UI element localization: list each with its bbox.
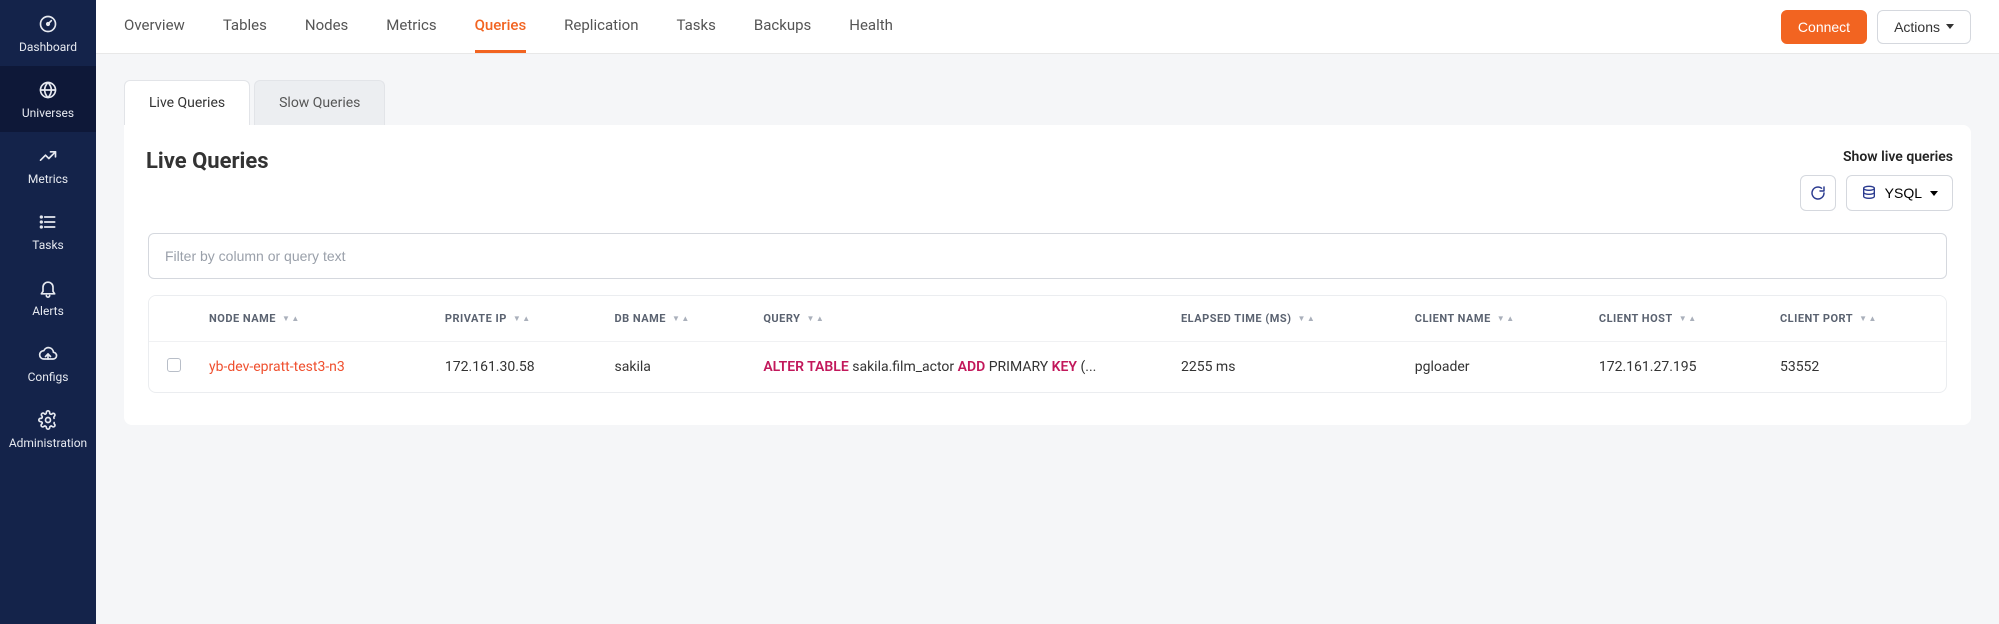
chevron-down-icon [1930,191,1938,196]
main-area: Overview Tables Nodes Metrics Queries Replica… [96,0,1999,624]
tab-health[interactable]: Health [849,0,893,53]
cell-client-port: 53552 [1766,342,1946,393]
col-elapsed-time-ms-[interactable]: ELAPSED TIME (MS) ▼▲ [1167,296,1401,342]
col-client-host[interactable]: CLIENT HOST ▼▲ [1585,296,1766,342]
sort-icon: ▼▲ [513,316,531,322]
col-client-port[interactable]: CLIENT PORT ▼▲ [1766,296,1946,342]
tab-backups[interactable]: Backups [754,0,811,53]
queries-table: NODE NAME▼▲PRIVATE IP▼▲DB NAME▼▲QUERY▼▲E… [149,296,1946,392]
sidebar-item-label: Configs [28,370,69,384]
list-icon [38,212,58,232]
sidebar-item-label: Alerts [32,304,64,318]
panel-title: Live Queries [146,149,269,174]
tab-replication[interactable]: Replication [564,0,638,53]
globe-icon [38,80,58,100]
table-row: yb-dev-epratt-test3-n3 172.161.30.58sakil… [149,342,1946,393]
sort-icon: ▼▲ [1497,316,1515,322]
col-client-name[interactable]: CLIENT NAME ▼▲ [1401,296,1585,342]
tab-overview[interactable]: Overview [124,0,185,53]
cell-elapsed: 2255 ms [1167,342,1401,393]
sidebar-item-label: Metrics [28,172,68,186]
sort-icon: ▼▲ [806,316,824,322]
sort-icon: ▼▲ [672,316,690,322]
connect-button[interactable]: Connect [1781,10,1867,44]
cell-db-name: sakila [601,342,750,393]
sidebar-item-universes[interactable]: Universes [0,66,96,132]
node-name-link[interactable]: yb-dev-epratt-test3-n3 [209,359,345,375]
sort-icon: ▼▲ [282,316,300,322]
panel-header-buttons: YSQL [1800,175,1953,211]
cell-client-host: 172.161.27.195 [1585,342,1766,393]
actions-dropdown[interactable]: Actions [1877,10,1971,44]
tab-tasks[interactable]: Tasks [677,0,716,53]
sidebar-item-configs[interactable]: Configs [0,330,96,396]
sidebar-item-administration[interactable]: Administration [0,396,96,462]
col-label: NODE NAME [209,312,276,325]
queries-panel: Live Queries Show live queries YSQL [124,125,1971,425]
database-icon [1861,185,1877,201]
sub-tabs: Live QueriesSlow Queries [124,80,1971,125]
sort-icon: ▼▲ [1679,316,1697,322]
queries-table-wrap: NODE NAME▼▲PRIVATE IP▼▲DB NAME▼▲QUERY▼▲E… [148,295,1947,393]
sidebar-item-alerts[interactable]: Alerts [0,264,96,330]
col-private-ip[interactable]: PRIVATE IP ▼▲ [431,296,601,342]
tab-queries[interactable]: Queries [475,0,527,53]
col-label: PRIVATE IP [445,312,507,325]
sidebar-item-tasks[interactable]: Tasks [0,198,96,264]
col-query[interactable]: QUERY ▼▲ [749,296,1167,342]
subtab-slow-queries[interactable]: Slow Queries [254,80,385,125]
row-checkbox[interactable] [167,358,181,372]
actions-label: Actions [1894,19,1940,35]
tab-nodes[interactable]: Nodes [305,0,348,53]
bell-icon [38,278,58,298]
filter-row [142,229,1953,283]
refresh-button[interactable] [1800,175,1836,211]
content: Live QueriesSlow Queries Live Queries Sh… [96,54,1999,624]
chart-icon [38,146,58,166]
sidebar-item-label: Tasks [32,238,64,252]
top-actions: Connect Actions [1781,10,1971,44]
filter-input[interactable] [148,233,1947,279]
col-label: CLIENT NAME [1415,312,1491,325]
col-label: DB NAME [615,312,666,325]
sidebar-item-metrics[interactable]: Metrics [0,132,96,198]
cell-private-ip: 172.161.30.58 [431,342,601,393]
refresh-icon [1810,185,1826,201]
sidebar: Dashboard Universes Metrics Tasks Alerts Conf… [0,0,96,624]
col-node-name[interactable]: NODE NAME ▼▲ [195,296,431,342]
sidebar-item-label: Universes [22,106,74,120]
gear-icon [38,410,58,430]
sidebar-item-label: Dashboard [19,40,77,54]
panel-header: Live Queries Show live queries YSQL [142,149,1953,229]
col-db-name[interactable]: DB NAME ▼▲ [601,296,750,342]
sort-icon: ▼▲ [1297,316,1315,322]
gauge-icon [38,14,58,34]
subtab-live-queries[interactable]: Live Queries [124,80,250,125]
col-label: QUERY [763,312,800,325]
topbar: Overview Tables Nodes Metrics Queries Replica… [96,0,1999,54]
col-label: CLIENT HOST [1599,312,1673,325]
sidebar-item-dashboard[interactable]: Dashboard [0,0,96,66]
cloud-up-icon [38,344,58,364]
tab-metrics[interactable]: Metrics [386,0,436,53]
tab-tables[interactable]: Tables [223,0,267,53]
sort-icon: ▼▲ [1859,316,1877,322]
cell-client-name: pgloader [1401,342,1585,393]
cell-query: ALTER TABLE sakila.film_actor ADD PRIMAR… [749,342,1167,393]
api-select-label: YSQL [1885,185,1922,201]
col-label: ELAPSED TIME (MS) [1181,312,1291,325]
panel-header-right: Show live queries YSQL [1800,149,1953,211]
sidebar-item-label: Administration [9,436,87,450]
top-tabs: Overview Tables Nodes Metrics Queries Replica… [124,0,893,53]
col-label: CLIENT PORT [1780,312,1853,325]
show-live-queries-label: Show live queries [1843,149,1953,165]
api-select[interactable]: YSQL [1846,175,1953,211]
chevron-down-icon [1946,24,1954,29]
